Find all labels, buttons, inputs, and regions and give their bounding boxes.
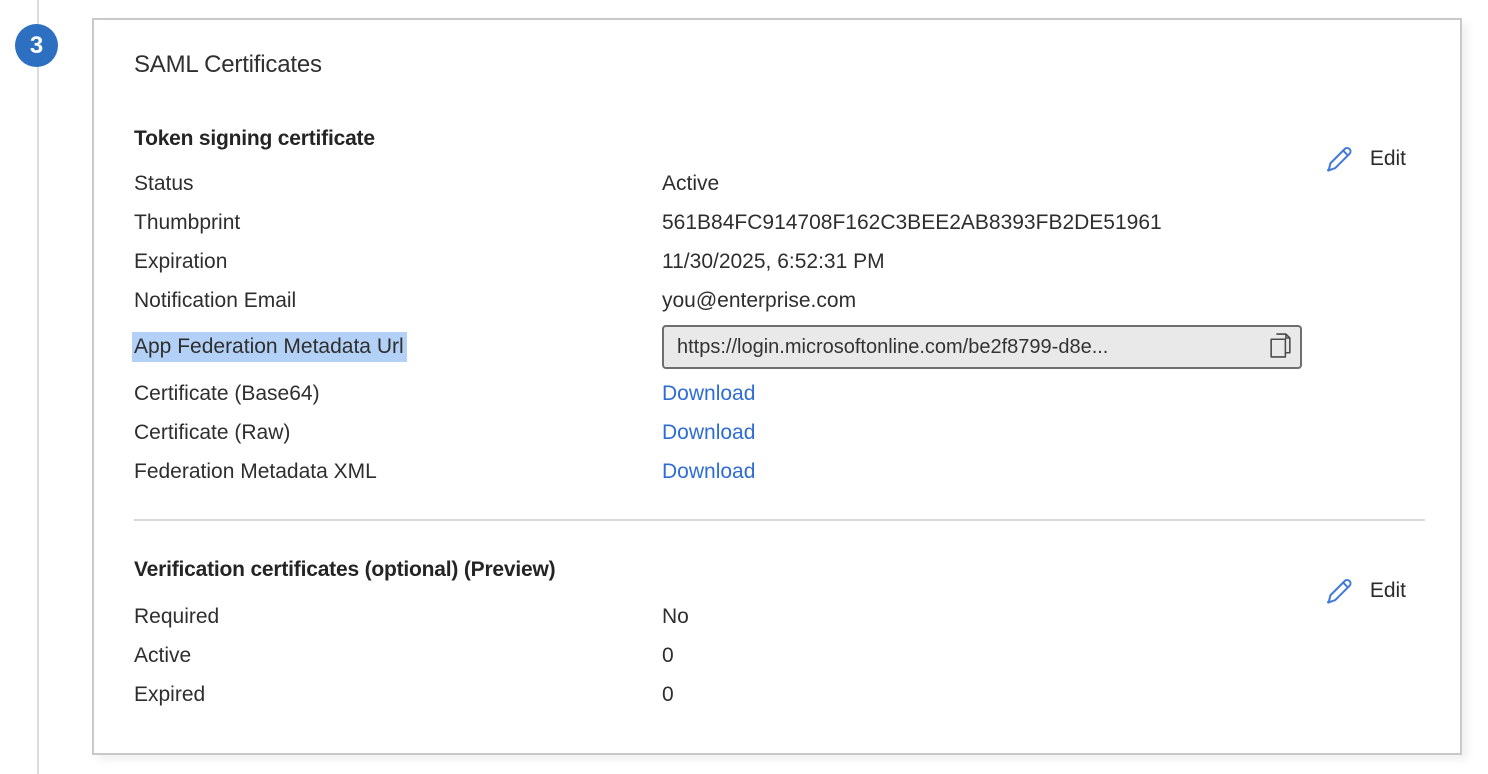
expiration-label: Expiration [134,250,662,274]
certificate-base64-row: Certificate (Base64) Download [134,374,1420,413]
certificate-raw-label: Certificate (Raw) [134,421,662,445]
download-certificate-base64-link[interactable]: Download [662,382,755,406]
status-label: Status [134,172,662,196]
active-count-row: Active 0 [134,636,1420,675]
section-divider [134,519,1425,521]
verification-rows: Required No Active 0 Expired 0 [134,597,1420,714]
app-federation-metadata-url-input[interactable] [662,325,1302,369]
expired-count-row: Expired 0 [134,675,1420,714]
certificate-raw-row: Certificate (Raw) Download [134,413,1420,452]
active-count-label: Active [134,644,662,668]
copy-url-button[interactable] [1262,329,1298,365]
app-federation-metadata-url-field-wrap [662,325,1302,369]
required-label: Required [134,605,662,629]
notification-email-row: Notification Email you@enterprise.com [134,281,1420,320]
copy-icon [1269,332,1292,362]
token-signing-heading: Token signing certificate [134,127,375,151]
expiration-row: Expiration 11/30/2025, 6:52:31 PM [134,242,1420,281]
app-federation-metadata-url-label: App Federation Metadata Url [134,335,662,359]
step-connector-line [37,0,39,774]
card-title: SAML Certificates [134,51,322,79]
federation-metadata-xml-row: Federation Metadata XML Download [134,452,1420,491]
notification-email-value: you@enterprise.com [662,289,856,313]
thumbprint-value: 561B84FC914708F162C3BEE2AB8393FB2DE51961 [662,211,1162,235]
selected-label-text: App Federation Metadata Url [132,332,407,362]
required-value: No [662,605,689,629]
thumbprint-label: Thumbprint [134,211,662,235]
saml-certificates-page: 3 SAML Certificates Token signing certif… [0,0,1488,774]
expiration-value: 11/30/2025, 6:52:31 PM [662,250,885,274]
app-federation-metadata-url-row: App Federation Metadata Url [134,320,1420,374]
token-signing-rows: Status Active Thumbprint 561B84FC914708F… [134,164,1420,491]
download-certificate-raw-link[interactable]: Download [662,421,755,445]
active-count-value: 0 [662,644,674,668]
expired-count-label: Expired [134,683,662,707]
status-row: Status Active [134,164,1420,203]
thumbprint-row: Thumbprint 561B84FC914708F162C3BEE2AB839… [134,203,1420,242]
notification-email-label: Notification Email [134,289,662,313]
required-row: Required No [134,597,1420,636]
step-number: 3 [30,32,43,60]
saml-certificates-card: SAML Certificates Token signing certific… [92,18,1462,755]
federation-metadata-xml-label: Federation Metadata XML [134,460,662,484]
expired-count-value: 0 [662,683,674,707]
verification-certificates-heading: Verification certificates (optional) (Pr… [134,558,555,582]
certificate-base64-label: Certificate (Base64) [134,382,662,406]
step-number-badge: 3 [15,24,58,67]
download-federation-metadata-xml-link[interactable]: Download [662,460,755,484]
status-value: Active [662,172,719,196]
